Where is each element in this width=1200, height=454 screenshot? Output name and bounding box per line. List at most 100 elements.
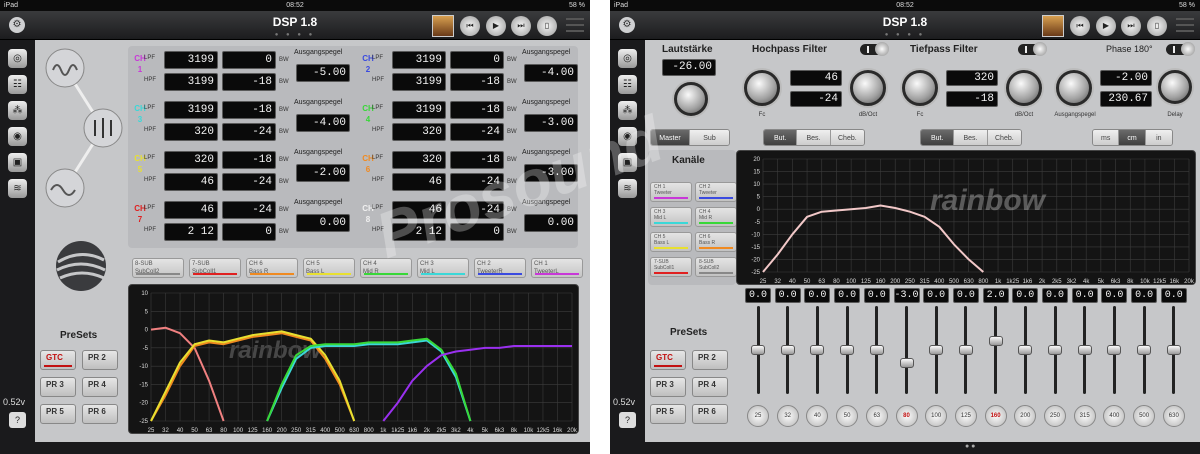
lpf-slope-display[interactable]: 0 — [222, 51, 276, 69]
help-button[interactable]: ? — [9, 412, 26, 428]
eq-slider-thumb[interactable] — [869, 345, 884, 355]
eq-band-frequency[interactable]: 250 — [1044, 405, 1066, 427]
album-art-icon[interactable] — [1042, 15, 1064, 37]
hpf-slope-display[interactable]: -24 — [222, 123, 276, 141]
hpf-frequency-display[interactable]: 3199 — [164, 73, 218, 91]
hpf-frequency-display[interactable]: 320 — [164, 123, 218, 141]
rewind-icon[interactable]: ⏮ — [460, 16, 480, 36]
eq-slider-thumb[interactable] — [780, 345, 795, 355]
preset-button[interactable]: PR 6 — [692, 404, 728, 424]
eq-slider-track[interactable] — [994, 306, 998, 394]
eq-band-frequency[interactable]: 125 — [954, 405, 977, 427]
eq-band-frequency[interactable]: 315 — [1073, 405, 1096, 427]
eq-slider-thumb[interactable] — [1166, 345, 1181, 355]
eq-band-frequency[interactable]: 100 — [925, 405, 948, 427]
preset-button[interactable]: PR 2 — [692, 350, 728, 370]
eq-slider-thumb[interactable] — [929, 345, 944, 355]
lpf-slope-display[interactable]: -18 — [450, 101, 504, 119]
channel-select-button[interactable]: CH 1 TweeterL — [531, 258, 583, 278]
channel-select-button[interactable]: 7-SUB SubColl1 — [189, 258, 241, 278]
channel-select-button[interactable]: CH 4 Mid R — [695, 207, 737, 227]
forward-icon[interactable]: ⏭ — [511, 16, 531, 36]
lowpass-fc-knob[interactable] — [902, 70, 938, 106]
lowpass-toggle[interactable] — [1018, 42, 1047, 56]
eq-band-frequency[interactable]: 400 — [1103, 405, 1126, 427]
hpf-frequency-display[interactable]: 2 12 — [164, 223, 218, 241]
bandpass-icon[interactable] — [45, 48, 85, 88]
menu-icon[interactable] — [1176, 18, 1194, 32]
eq-slider-thumb[interactable] — [1048, 345, 1062, 355]
lpf-frequency-display[interactable]: 320 — [392, 151, 446, 169]
lpf-frequency-display[interactable]: 3199 — [164, 51, 218, 69]
preset-button[interactable]: PR 3 — [650, 377, 686, 397]
eq-band-frequency[interactable]: 500 — [1133, 405, 1156, 427]
hpf-frequency-display[interactable]: 3199 — [392, 73, 446, 91]
highpass-slope-knob[interactable] — [850, 70, 886, 106]
preset-button[interactable]: PR 3 — [40, 377, 76, 397]
preset-button[interactable]: PR 4 — [82, 377, 118, 397]
eq-band-frequency[interactable]: 25 — [747, 405, 769, 427]
steering-wheel-icon[interactable]: ◎ — [8, 49, 27, 68]
play-icon[interactable]: ▶ — [486, 16, 506, 36]
output-level-knob[interactable] — [1056, 70, 1092, 106]
lpf-frequency-display[interactable]: 3199 — [164, 101, 218, 119]
unit-ms[interactable]: ms — [1093, 130, 1120, 145]
preset-button[interactable]: PR 2 — [82, 350, 118, 370]
channel-select-button[interactable]: CH 2 Tweeter — [695, 182, 737, 202]
lpf-slope-display[interactable]: -18 — [222, 101, 276, 119]
album-art-icon[interactable] — [432, 15, 454, 37]
volume-knob[interactable] — [674, 82, 708, 116]
help-button[interactable]: ? — [619, 412, 636, 428]
lowpass-slope-knob[interactable] — [1006, 70, 1042, 106]
channel-select-button[interactable]: CH 6 Bass R — [246, 258, 298, 278]
tab-sub[interactable]: Sub — [690, 130, 729, 145]
preset-button[interactable]: PR 6 — [82, 404, 118, 424]
play-icon[interactable]: ▶ — [1096, 16, 1116, 36]
output-level-display[interactable]: -4.00 — [296, 114, 350, 132]
eq-band-frequency[interactable]: 63 — [865, 405, 888, 427]
hp-type-but[interactable]: But. — [764, 130, 798, 145]
mixer-icon[interactable]: ☷ — [618, 75, 637, 94]
eq-slider-thumb[interactable] — [751, 345, 765, 355]
eq-band-frequency[interactable]: 160 — [984, 405, 1007, 427]
hpf-frequency-display[interactable]: 46 — [164, 173, 218, 191]
hpf-slope-display[interactable]: -24 — [222, 173, 276, 191]
channel-select-button[interactable]: 8-SUB SubColl2 — [695, 257, 737, 277]
hpf-slope-display[interactable]: 0 — [222, 223, 276, 241]
mixer-icon[interactable]: ☷ — [8, 75, 27, 94]
lpf-frequency-display[interactable]: 320 — [164, 151, 218, 169]
lpf-slope-display[interactable]: 0 — [450, 51, 504, 69]
eq-slider-thumb[interactable] — [1107, 345, 1122, 355]
eq-slider-thumb[interactable] — [1077, 345, 1092, 355]
lpf-frequency-display[interactable]: 46 — [164, 201, 218, 219]
remote-icon[interactable]: ▯ — [1147, 16, 1167, 36]
routing-icon[interactable]: ⁂ — [8, 101, 27, 120]
phase-toggle[interactable] — [1166, 42, 1195, 56]
channel-select-button[interactable]: CH 5 Bass L — [650, 232, 692, 252]
chip-icon[interactable]: ▣ — [8, 153, 27, 172]
highpass-toggle[interactable] — [860, 42, 889, 56]
eq-band-frequency[interactable]: 630 — [1162, 405, 1185, 427]
unit-in[interactable]: in — [1145, 130, 1172, 145]
hp-type-bes[interactable]: Bes. — [797, 130, 831, 145]
eq-slider-thumb[interactable] — [958, 345, 973, 355]
lp-type-but[interactable]: But. — [921, 130, 955, 145]
forward-icon[interactable]: ⏭ — [1121, 16, 1141, 36]
delay-knob[interactable] — [1158, 70, 1192, 104]
channel-select-button[interactable]: 8-SUB SubColl2 — [132, 258, 184, 278]
eq-slider-thumb[interactable] — [988, 336, 1003, 347]
channel-select-button[interactable]: CH 5 Bass L — [303, 258, 355, 278]
hpf-slope-display[interactable]: -18 — [222, 73, 276, 91]
preset-button[interactable]: GTC — [40, 350, 76, 370]
wifi-icon[interactable]: ≋ — [8, 179, 27, 198]
preset-button[interactable]: PR 5 — [40, 404, 76, 424]
channel-select-button[interactable]: CH 3 Mid L — [650, 207, 692, 227]
menu-icon[interactable] — [566, 18, 584, 32]
eq-band-frequency[interactable]: 40 — [806, 405, 829, 427]
hpf-frequency-display[interactable]: 320 — [392, 123, 446, 141]
eq-band-frequency[interactable]: 200 — [1014, 405, 1037, 427]
remote-icon[interactable]: ▯ — [537, 16, 557, 36]
lpf-slope-display[interactable]: -18 — [222, 151, 276, 169]
output-level-display[interactable]: -2.00 — [296, 164, 350, 182]
lpf-frequency-display[interactable]: 3199 — [392, 51, 446, 69]
